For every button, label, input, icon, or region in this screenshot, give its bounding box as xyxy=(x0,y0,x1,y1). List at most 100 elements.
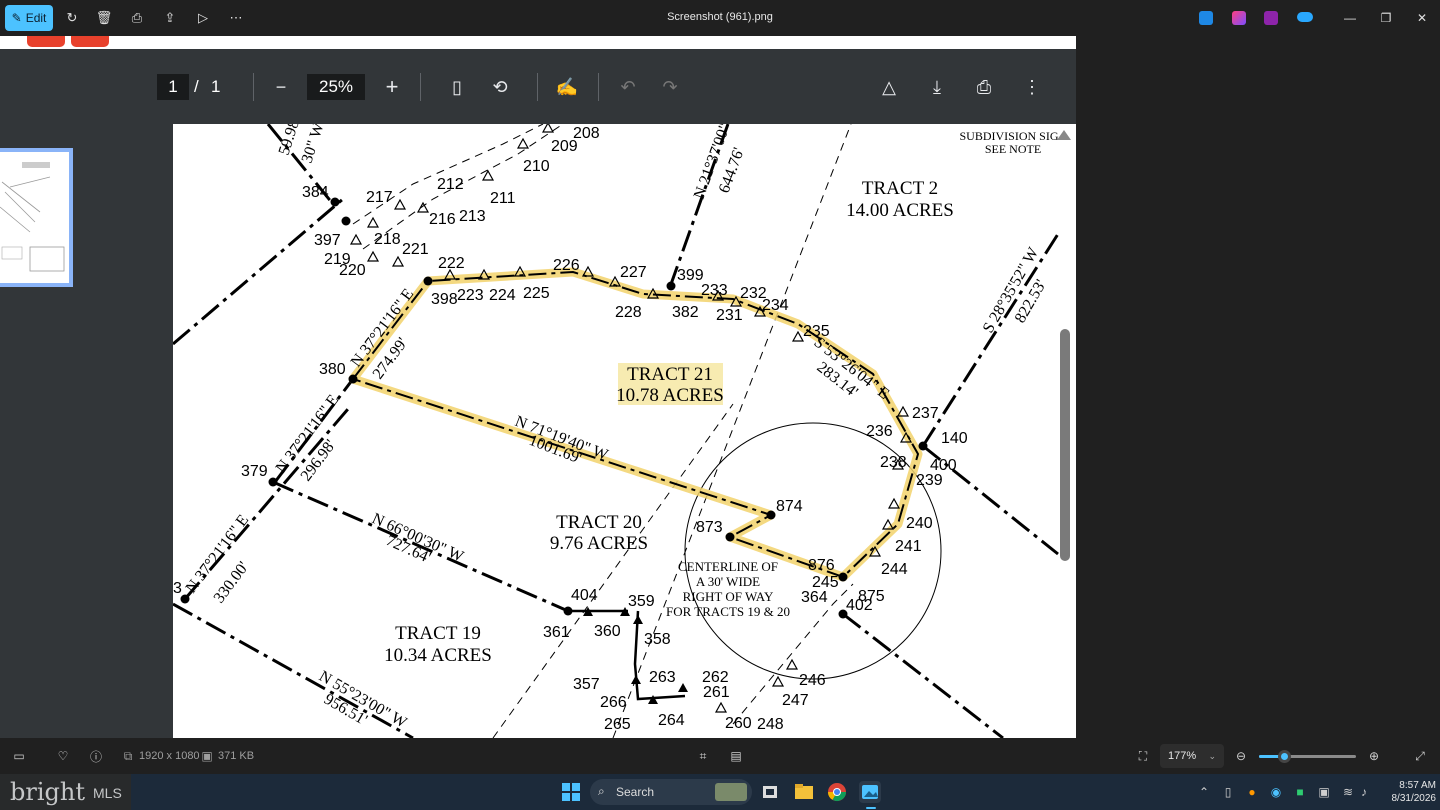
dashed-line xyxy=(352,124,544,225)
avast-icon[interactable]: ● xyxy=(1244,784,1260,800)
point-label: 218 xyxy=(374,231,401,248)
centerline-note-3: RIGHT OF WAY xyxy=(683,589,774,604)
usb-icon[interactable]: ▯ xyxy=(1220,784,1236,800)
zoom-in-small-icon[interactable]: ⊕ xyxy=(1366,748,1382,764)
taskbar-search[interactable]: ⌕ Search xyxy=(590,779,752,805)
point-label: 210 xyxy=(523,158,550,175)
page-thumbnail[interactable] xyxy=(0,148,73,287)
copilot-icon[interactable] xyxy=(1232,11,1246,25)
subdivision-note: SUBDIVISION SIG xyxy=(959,129,1058,143)
visual-search-icon[interactable]: ⌗ xyxy=(695,748,711,764)
thumbnail-pane xyxy=(0,124,173,738)
point-label: 213 xyxy=(459,208,486,225)
delete-icon[interactable]: 🗑 xyxy=(94,8,114,28)
boundary-line xyxy=(842,612,1004,738)
point-label: 379 xyxy=(241,463,268,480)
info-icon[interactable]: ⓘ xyxy=(88,748,104,764)
print-pdf-icon[interactable]: ⎙ xyxy=(970,73,998,101)
more-options-icon[interactable]: ⋯ xyxy=(226,8,246,28)
zoom-percent-dropdown[interactable]: 177% ⌄ xyxy=(1160,744,1224,768)
point-label: 248 xyxy=(757,716,784,733)
drive-save-icon[interactable]: △ xyxy=(875,73,903,101)
pdf-more-icon[interactable]: ⋮ xyxy=(1018,73,1046,101)
task-view-icon[interactable] xyxy=(759,781,781,803)
fit-window-icon[interactable]: ⛶ xyxy=(1135,748,1151,764)
print-icon[interactable]: ⎙ xyxy=(127,8,147,28)
monument-dot xyxy=(423,276,433,286)
vertical-scrollbar[interactable] xyxy=(1060,329,1070,561)
tray-app-icon[interactable]: ◉ xyxy=(1268,784,1284,800)
edit-button[interactable]: ✎ Edit xyxy=(5,5,53,31)
text-scan-icon[interactable]: ▤ xyxy=(728,748,744,764)
centerline-note-4: FOR TRACTS 19 & 20 xyxy=(666,604,790,619)
redo-icon[interactable]: ↷ xyxy=(656,73,684,101)
zoom-out-small-icon[interactable]: ⊖ xyxy=(1233,748,1249,764)
fullscreen-icon[interactable]: ⤢ xyxy=(1412,748,1428,764)
zoom-in-icon[interactable]: + xyxy=(378,73,406,101)
annotate-icon[interactable]: ✍ xyxy=(553,73,581,101)
rotate-icon[interactable]: ↻ xyxy=(62,8,82,28)
page-total: 1 xyxy=(211,77,221,96)
screenshot-image: 1 / 1 − 25% + ▯ ⟲ ✍ ↶ ↷ △ ⤓ ⎙ ⋮ TRACT 2 … xyxy=(0,36,1076,738)
monument-dot xyxy=(563,606,573,616)
zoom-percent-value: 177% xyxy=(1168,750,1197,762)
favorite-icon[interactable]: ♡ xyxy=(55,748,71,764)
photos-app-icon[interactable] xyxy=(859,781,881,803)
clipchamp-icon[interactable] xyxy=(1264,11,1278,25)
maximize-icon[interactable]: ❐ xyxy=(1376,8,1396,28)
share-icon[interactable]: ⇪ xyxy=(160,8,180,28)
clock[interactable]: 8:57 AM 8/31/2026 xyxy=(1376,779,1437,805)
point-label: 397 xyxy=(314,232,341,249)
point-label: 247 xyxy=(782,692,809,709)
chrome-icon[interactable] xyxy=(826,781,848,803)
point-label: 235 xyxy=(803,323,830,340)
point-label: 876 xyxy=(808,557,835,574)
zoom-slider-thumb[interactable] xyxy=(1278,750,1291,763)
point-label: 404 xyxy=(571,587,598,604)
bearing-text: 30" W xyxy=(299,124,328,165)
wifi-icon[interactable]: ≋ xyxy=(1340,784,1356,800)
point-label: 228 xyxy=(615,304,642,321)
point-label: 873 xyxy=(696,519,723,536)
dimensions-icon: ⧉ xyxy=(123,748,133,763)
point-label: 241 xyxy=(895,538,922,555)
fit-page-icon[interactable]: ▯ xyxy=(443,73,471,101)
zoom-input[interactable]: 25% xyxy=(307,74,365,100)
point-label: 237 xyxy=(912,405,939,422)
point-label: 224 xyxy=(489,287,516,304)
point-label: 384 xyxy=(302,184,329,201)
download-icon[interactable]: ⤓ xyxy=(923,73,951,101)
tract2-area: 14.00 ACRES xyxy=(846,200,954,221)
point-label: 400 xyxy=(930,457,957,474)
filesize-icon: ▣ xyxy=(201,749,213,763)
point-label: 222 xyxy=(438,255,465,272)
zoom-out-icon[interactable]: − xyxy=(267,73,295,101)
scroll-up-icon[interactable] xyxy=(1057,130,1071,140)
minimize-icon[interactable]: — xyxy=(1340,8,1360,28)
display-icon[interactable]: ▣ xyxy=(1316,784,1332,800)
monument-dot xyxy=(268,477,278,487)
page-number-input[interactable]: 1 xyxy=(157,74,189,100)
slideshow-icon[interactable]: ▷ xyxy=(193,8,213,28)
onedrive-icon[interactable] xyxy=(1297,12,1313,22)
close-icon[interactable]: ✕ xyxy=(1412,8,1432,28)
rotate-page-icon[interactable]: ⟲ xyxy=(486,73,514,101)
centerline-note-2: A 30' WIDE xyxy=(696,574,760,589)
clock-time: 8:57 AM xyxy=(1399,780,1436,791)
tray-chevron-icon[interactable]: ⌃ xyxy=(1196,784,1212,800)
point-label: 223 xyxy=(457,287,484,304)
monument-dot xyxy=(766,510,776,520)
monument-dot xyxy=(348,374,358,384)
zoom-slider[interactable] xyxy=(1259,750,1356,763)
file-explorer-icon[interactable] xyxy=(793,781,815,803)
back-arrow-icon xyxy=(27,36,65,47)
filmstrip-icon[interactable]: ▭ xyxy=(11,748,27,764)
volume-icon[interactable]: ♪ xyxy=(1356,784,1372,800)
security-icon[interactable]: ■ xyxy=(1292,784,1308,800)
point-label: 380 xyxy=(319,361,346,378)
designer-app-icon[interactable] xyxy=(1199,11,1213,25)
undo-icon[interactable]: ↶ xyxy=(614,73,642,101)
point-label: 212 xyxy=(437,176,464,193)
tract21-area: 10.78 ACRES xyxy=(616,385,724,406)
start-icon[interactable] xyxy=(560,781,582,803)
